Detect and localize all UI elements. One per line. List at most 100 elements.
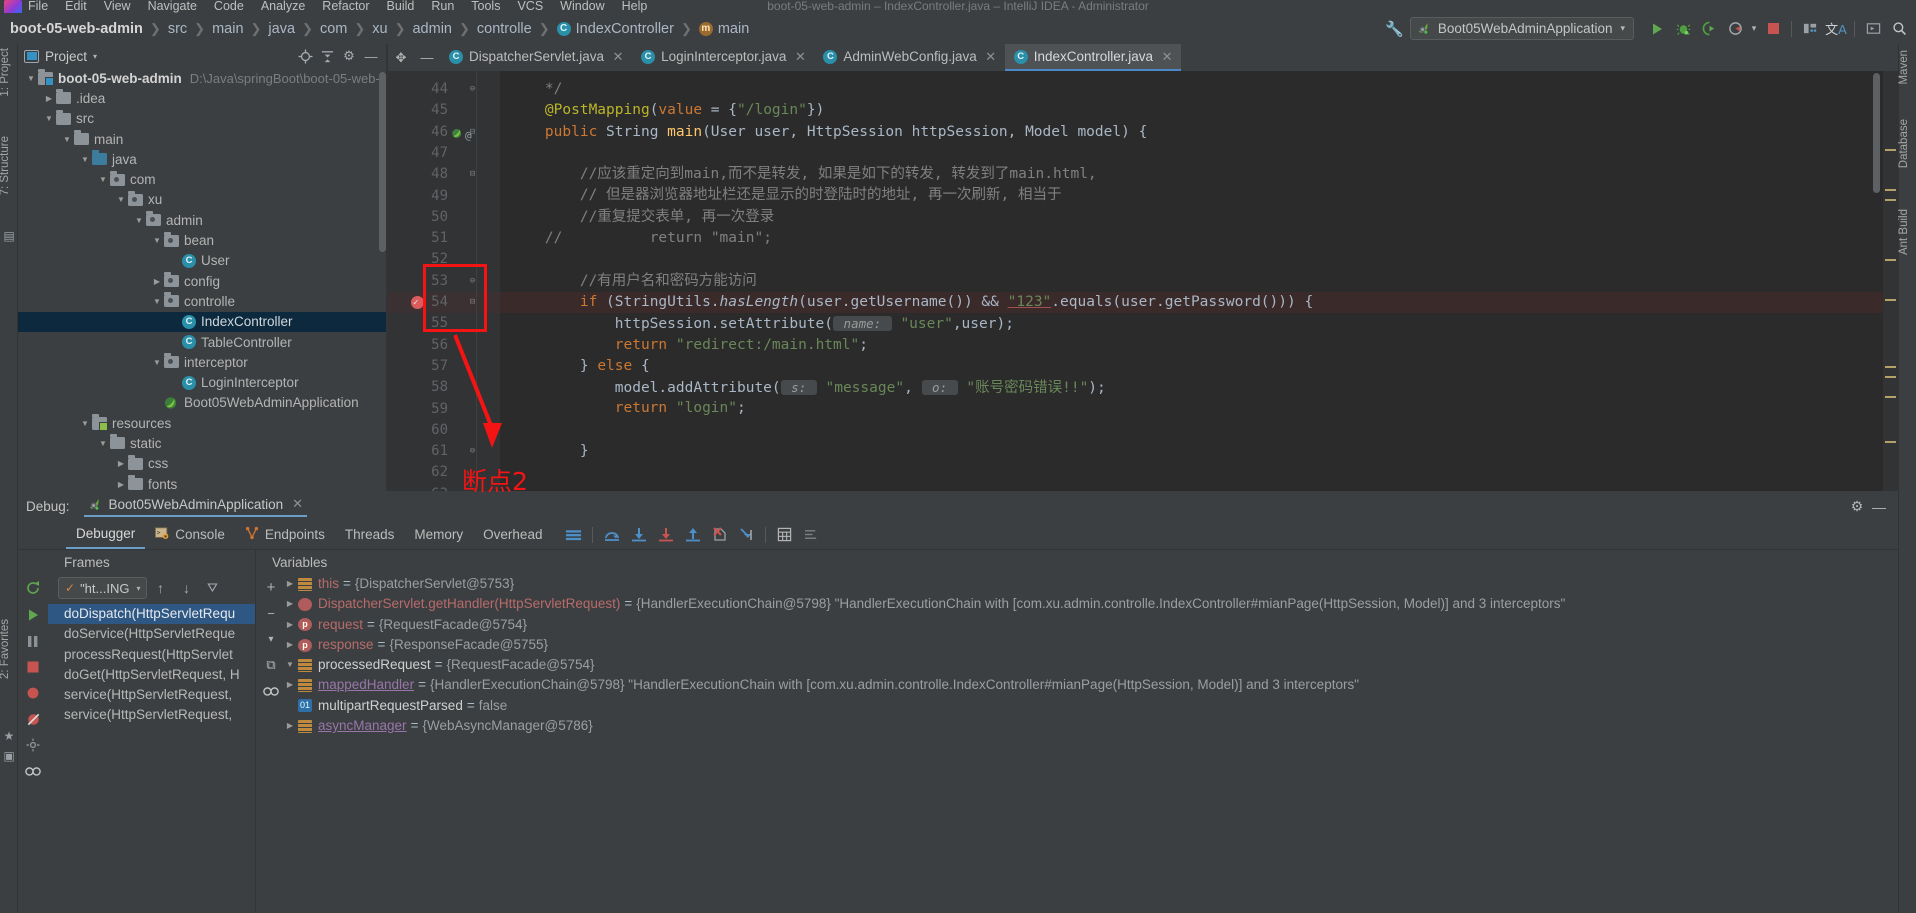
chevron-down-icon[interactable]: ▼ bbox=[78, 155, 92, 164]
chevron-right-icon[interactable]: ▶ bbox=[114, 459, 128, 468]
close-icon[interactable]: ✕ bbox=[611, 49, 625, 65]
frame-item[interactable]: doGet(HttpServletRequest, H bbox=[48, 665, 255, 685]
code-editor[interactable]: 44⊖4546@⊟4748⊟4950515253⊖54⊟555657585960… bbox=[388, 71, 1898, 491]
gutter-line-51[interactable]: 51 bbox=[388, 228, 500, 249]
search-everywhere-button[interactable] bbox=[1886, 17, 1912, 41]
tab-memory[interactable]: Memory bbox=[404, 521, 473, 549]
settings-icon[interactable]: ⚙ bbox=[338, 46, 360, 66]
hide-icon[interactable]: — bbox=[1868, 497, 1890, 517]
gutter-line-45[interactable]: 45 bbox=[388, 100, 500, 121]
pause-program-icon[interactable] bbox=[18, 628, 48, 654]
gutter-line-60[interactable]: 60 bbox=[388, 420, 500, 441]
editor-scrollbar[interactable] bbox=[1873, 73, 1880, 193]
gutter-line-59[interactable]: 59 bbox=[388, 399, 500, 420]
error-marker-strip[interactable] bbox=[1883, 71, 1898, 491]
chevron-down-icon[interactable]: ▼ bbox=[60, 135, 74, 144]
code-line-57[interactable]: } else { bbox=[500, 356, 1898, 377]
frame-item[interactable]: service(HttpServletRequest, bbox=[48, 685, 255, 705]
code-line-54[interactable]: if (StringUtils.hasLength(user.getUserna… bbox=[500, 291, 1898, 314]
chevron-right-icon[interactable]: ▶ bbox=[282, 635, 298, 655]
code-line-46[interactable]: public String main(User user, HttpSessio… bbox=[500, 122, 1898, 143]
code-line-51[interactable]: // return "main"; bbox=[500, 228, 1898, 249]
chevron-down-icon[interactable]: ▼ bbox=[78, 419, 92, 428]
chevron-down-icon[interactable]: ▼ bbox=[96, 175, 110, 184]
variable-row[interactable]: ▶ p response = {ResponseFacade@5755} bbox=[256, 635, 1898, 655]
variable-row[interactable]: ▼ processedRequest = {RequestFacade@5754} bbox=[256, 655, 1898, 675]
run-to-cursor-icon[interactable] bbox=[733, 522, 760, 548]
variable-row[interactable]: ▶ p request = {RequestFacade@5754} bbox=[256, 615, 1898, 635]
frame-item[interactable]: service(HttpServletRequest, bbox=[48, 705, 255, 725]
gutter-line-49[interactable]: 49 bbox=[388, 186, 500, 207]
variable-row[interactable]: ▶ mappedHandler = {HandlerExecutionChain@57… bbox=[256, 675, 1898, 695]
run-with-coverage-button[interactable] bbox=[1696, 17, 1722, 41]
tree-node-boot-05-web-admin[interactable]: ▼ boot-05-web-admin D:\Java\springBoot\boo… bbox=[18, 68, 388, 88]
editor-tab-2[interactable]: C AdminWebConfig.java ✕ bbox=[814, 44, 1005, 71]
view-breakpoints-icon[interactable] bbox=[18, 680, 48, 706]
tree-node-com[interactable]: ▼ com bbox=[18, 169, 388, 189]
code-line-61[interactable]: } bbox=[500, 441, 1898, 462]
tree-node-admin[interactable]: ▼ admin bbox=[18, 210, 388, 230]
chevron-right-icon[interactable]: ▶ bbox=[282, 574, 298, 594]
gutter-line-48[interactable]: 48 ⊟ bbox=[388, 164, 500, 185]
tree-node-static[interactable]: ▼ static bbox=[18, 433, 388, 453]
evaluate-expression-icon[interactable] bbox=[771, 522, 798, 548]
tree-node-main[interactable]: ▼ main bbox=[18, 129, 388, 149]
close-icon[interactable]: ✕ bbox=[1160, 49, 1174, 65]
variable-row[interactable]: ▶ this = {DispatcherServlet@5753} bbox=[256, 574, 1898, 594]
chevron-right-icon[interactable]: ▶ bbox=[282, 716, 298, 736]
code-line-63[interactable] bbox=[500, 484, 1898, 491]
tree-node-css[interactable]: ▶ css bbox=[18, 454, 388, 474]
force-step-into-icon[interactable] bbox=[652, 522, 679, 548]
tool-tab-ant-build[interactable]: Ant Build bbox=[1898, 209, 1916, 255]
collapse-all-icon[interactable] bbox=[316, 46, 338, 66]
pin-tab-icon[interactable]: ✥ bbox=[388, 44, 414, 71]
tool-tab-maven[interactable]: Maven bbox=[1898, 50, 1916, 85]
gutter-line-50[interactable]: 50 bbox=[388, 207, 500, 228]
tree-node-boot05webadminapplication[interactable]: Boot05WebAdminApplication bbox=[18, 393, 388, 413]
frame-item[interactable]: doDispatch(HttpServletRequ bbox=[48, 604, 255, 625]
tree-node-user[interactable]: C User bbox=[18, 251, 388, 271]
debug-button[interactable] bbox=[1670, 17, 1696, 41]
gutter-line-55[interactable]: 55 bbox=[388, 313, 500, 334]
spring-mapping-gutter-icon[interactable]: @ bbox=[451, 126, 472, 142]
frames-list[interactable]: doDispatch(HttpServletRequ doService(Http… bbox=[48, 602, 255, 726]
drop-frame-icon[interactable] bbox=[706, 522, 733, 548]
tree-node-logininterceptor[interactable]: C LoginInterceptor bbox=[18, 372, 388, 392]
tree-node-config[interactable]: ▶ config bbox=[18, 271, 388, 291]
tree-node-bean[interactable]: ▼ bean bbox=[18, 230, 388, 250]
chevron-down-icon[interactable]: ▾ bbox=[93, 52, 97, 61]
settings-side-icon[interactable] bbox=[18, 732, 48, 758]
gutter-line-52[interactable]: 52 bbox=[388, 249, 500, 270]
close-icon[interactable]: ✕ bbox=[292, 496, 303, 512]
code-line-52[interactable] bbox=[500, 249, 1898, 270]
chevron-down-icon[interactable]: ▼ bbox=[114, 195, 128, 204]
code-line-49[interactable]: // 但是器浏览器地址栏还是显示的时登陆时的地址, 再一次刷新, 相当于 bbox=[500, 185, 1898, 206]
breadcrumb-item-indexcontroller[interactable]: IndexController bbox=[576, 21, 674, 37]
rerun-icon[interactable] bbox=[18, 574, 48, 602]
gutter-line-44[interactable]: 44 ⊖ bbox=[388, 79, 500, 100]
breadcrumb-item-src[interactable]: src bbox=[168, 21, 187, 37]
code-line-58[interactable]: model.addAttribute( s: "message", o: "账号… bbox=[500, 377, 1898, 398]
close-icon[interactable]: ✕ bbox=[793, 49, 807, 65]
settings-icon[interactable] bbox=[798, 522, 825, 548]
gutter-line-61[interactable]: 61 ⊖ bbox=[388, 441, 500, 462]
project-tree[interactable]: ▼ boot-05-web-admin D:\Java\springBoot\boo… bbox=[18, 68, 388, 491]
editor-tab-0[interactable]: C DispatcherServlet.java ✕ bbox=[440, 44, 633, 71]
run-configuration-selector[interactable]: Boot05WebAdminApplication ▾ bbox=[1409, 17, 1634, 40]
mute-breakpoints-icon[interactable] bbox=[560, 522, 587, 548]
code-line-47[interactable] bbox=[500, 143, 1898, 164]
chevron-down-icon[interactable]: ▼ bbox=[282, 655, 298, 675]
tab-overhead[interactable]: Overhead bbox=[473, 521, 552, 549]
frame-up-icon[interactable]: ↑ bbox=[147, 580, 173, 596]
variable-row[interactable]: ▶ asyncManager = {WebAsyncManager@5786} bbox=[256, 716, 1898, 736]
hide-icon[interactable]: — bbox=[360, 46, 382, 66]
settings-icon[interactable]: ⚙ bbox=[1846, 497, 1868, 517]
breadcrumb-item-controlle[interactable]: controlle bbox=[477, 21, 532, 37]
image-icon[interactable]: ▤ bbox=[2, 229, 16, 243]
thread-selector[interactable]: ✓ "ht...ING ▾ bbox=[58, 577, 148, 599]
code-line-56[interactable]: return "redirect:/main.html"; bbox=[500, 335, 1898, 356]
hide-editor-icon[interactable]: — bbox=[414, 44, 440, 71]
star-icon[interactable]: ★ bbox=[2, 729, 16, 743]
code-line-62[interactable] bbox=[500, 462, 1898, 483]
tree-node-src[interactable]: ▼ src bbox=[18, 109, 388, 129]
